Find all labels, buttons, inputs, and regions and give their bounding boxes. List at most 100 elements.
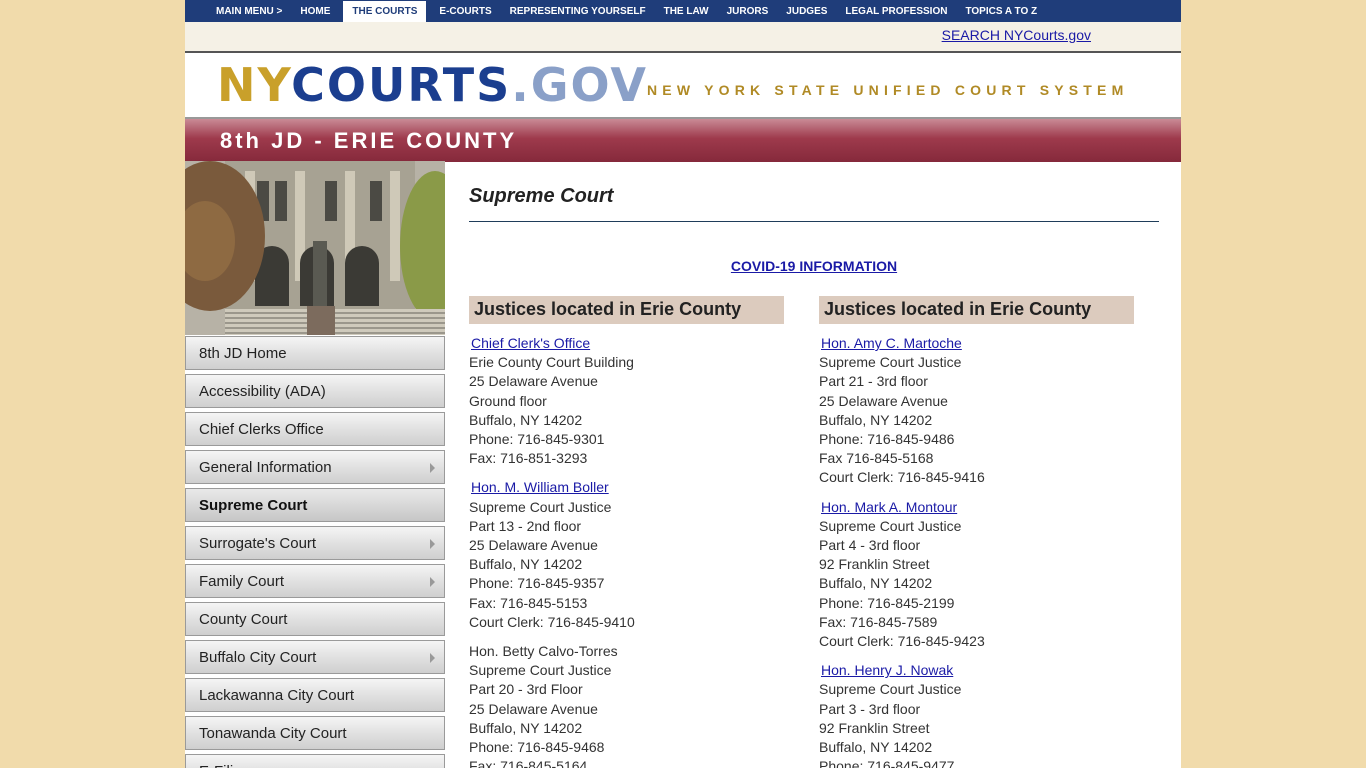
entry-detail-line: Buffalo, NY 14202 [819, 739, 933, 756]
courthouse-photo [185, 161, 445, 335]
sidebar-item[interactable]: 8th JD Home [185, 336, 445, 370]
entry-detail-line: Court Clerk: 716-845-9410 [469, 613, 635, 630]
main-content: Supreme Court COVID-19 INFORMATION Justi… [469, 161, 1159, 768]
nav-item[interactable]: LEGAL PROFESSION [836, 0, 956, 22]
sidebar: 8th JD Home Accessibility (ADA) Chief Cler… [185, 161, 445, 768]
justice-name-link[interactable]: Hon. M. William Boller [469, 478, 789, 497]
justice-entry: Hon. M. William Boller Supreme Court Just… [469, 478, 789, 632]
entry-detail-line: Buffalo, NY 14202 [469, 719, 583, 736]
justice-entry: Hon. Amy C. Martoche Supreme Court Justic… [819, 334, 1139, 488]
sidebar-item[interactable]: Surrogate's Court [185, 526, 445, 560]
search-link[interactable]: SEARCH NYCourts.gov [942, 27, 1091, 43]
nav-item[interactable]: HOME [291, 0, 339, 22]
justice-entry: Hon. Henry J. Nowak Supreme Court Justice… [819, 661, 1139, 768]
entry-detail-line: Part 20 - 3rd Floor [469, 681, 583, 698]
justice-name-link[interactable]: Hon. Amy C. Martoche [819, 334, 1139, 353]
submenu-arrow-icon [430, 653, 435, 663]
entry-detail-line: 25 Delaware Avenue [469, 700, 598, 717]
entry-detail-line: Phone: 716-845-9486 [819, 431, 955, 448]
justice-entry: Hon. Betty Calvo-Torres Supreme Court Jus… [469, 642, 789, 768]
entry-detail-line: Supreme Court Justice [469, 498, 612, 515]
nav-item[interactable]: THE LAW [655, 0, 718, 22]
sidebar-item[interactable]: Chief Clerks Office [185, 412, 445, 446]
sidebar-item-label: 8th JD Home [199, 345, 287, 362]
nav-item[interactable]: THE COURTS [343, 1, 427, 22]
nav-item[interactable]: TOPICS A TO Z [956, 0, 1046, 22]
covid-section: COVID-19 INFORMATION [469, 258, 1159, 276]
entry-detail-line: Ground floor [469, 392, 547, 409]
entry-detail-line: Buffalo, NY 14202 [469, 411, 583, 428]
entry-detail-line: Part 21 - 3rd floor [819, 373, 928, 390]
sidebar-item[interactable]: E-Filing [185, 754, 445, 768]
sidebar-item-label: Supreme Court [199, 497, 308, 514]
justice-column: Justices located in Erie County Hon. Amy … [819, 296, 1139, 768]
justice-name-link[interactable]: Hon. Henry J. Nowak [819, 661, 1139, 680]
sidebar-item-label: Family Court [199, 573, 285, 590]
entry-detail-line: 25 Delaware Avenue [469, 537, 598, 554]
sidebar-item-label: Lackawanna City Court [199, 687, 355, 704]
justice-name-link[interactable]: Hon. Mark A. Montour [819, 498, 1139, 517]
justice-column: Justices located in Erie County Chief Cle… [469, 296, 789, 768]
logo-gov: .GOV [511, 58, 648, 112]
entry-detail-line: Supreme Court Justice [819, 517, 962, 534]
sidebar-item[interactable]: Buffalo City Court [185, 640, 445, 674]
entry-detail-line: 92 Franklin Street [819, 556, 930, 573]
entry-detail-line: Court Clerk: 716-845-9416 [819, 469, 985, 486]
sidebar-menu: 8th JD Home Accessibility (ADA) Chief Cler… [185, 336, 445, 768]
entry-detail-line: Buffalo, NY 14202 [819, 411, 933, 428]
entry-detail-line: Court Clerk: 716-845-9423 [819, 633, 985, 650]
search-bar: SEARCH NYCourts.gov [185, 22, 1181, 53]
entry-detail-line: Supreme Court Justice [469, 662, 612, 679]
entry-detail-line: Phone: 716-845-2199 [819, 594, 955, 611]
sidebar-item-label: Surrogate's Court [199, 535, 317, 552]
sidebar-item-label: General Information [199, 459, 332, 476]
nav-item[interactable]: E-COURTS [430, 0, 500, 22]
sidebar-item-label: Chief Clerks Office [199, 421, 324, 438]
submenu-arrow-icon [430, 577, 435, 587]
nycourts-logo[interactable]: NYCOURTS.GOV [217, 61, 648, 109]
section-header-bar: 8th JD - ERIE COUNTY [185, 119, 1181, 162]
entry-detail-line: Supreme Court Justice [819, 681, 962, 698]
entry-detail-line: Fax: 716-845-7589 [819, 613, 938, 630]
column-header: Justices located in Erie County [469, 296, 784, 324]
entry-detail-line: Fax: 716-845-5164 [469, 758, 588, 768]
entry-detail-line: Fax: 716-851-3293 [469, 450, 588, 467]
entry-detail-line: 25 Delaware Avenue [819, 392, 948, 409]
entry-detail-line: 25 Delaware Avenue [469, 373, 598, 390]
covid-info-link[interactable]: COVID-19 INFORMATION [731, 258, 897, 274]
page: MAIN MENU > HOME THE COURTS E-COURTS REPRESE… [185, 0, 1181, 768]
nav-item[interactable]: REPRESENTING YOURSELF [501, 0, 655, 22]
site-tagline: NEW YORK STATE UNIFIED COURT SYSTEM [647, 82, 1129, 98]
entry-detail-line: Fax: 716-845-5153 [469, 594, 588, 611]
sidebar-item[interactable]: Accessibility (ADA) [185, 374, 445, 408]
sidebar-item[interactable]: Supreme Court [185, 488, 445, 522]
entry-detail-line: Fax 716-845-5168 [819, 450, 934, 467]
sidebar-item[interactable]: County Court [185, 602, 445, 636]
sidebar-item-label: E-Filing [199, 763, 250, 768]
nav-item[interactable]: JUDGES [777, 0, 836, 22]
sidebar-item[interactable]: Family Court [185, 564, 445, 598]
nav-item[interactable]: JURORS [718, 0, 778, 22]
entry-detail-line: Supreme Court Justice [819, 354, 962, 371]
nav-item[interactable]: MAIN MENU > [207, 0, 291, 22]
sidebar-item[interactable]: Tonawanda City Court [185, 716, 445, 750]
sidebar-item[interactable]: General Information [185, 450, 445, 484]
sidebar-item-label: Tonawanda City Court [199, 725, 347, 742]
justice-name-link[interactable]: Chief Clerk's Office [469, 334, 789, 353]
section-title: 8th JD - ERIE COUNTY [220, 128, 518, 153]
entry-detail-line: 92 Franklin Street [819, 719, 930, 736]
entry-detail-line: Part 13 - 2nd floor [469, 517, 582, 534]
sidebar-item-label: Buffalo City Court [199, 649, 317, 666]
entry-detail-line: Phone: 716-845-9301 [469, 431, 605, 448]
logo-courts: COURTS [291, 58, 512, 112]
submenu-arrow-icon [430, 539, 435, 549]
entry-detail-line: Phone: 716-845-9477 [819, 758, 955, 768]
sidebar-item[interactable]: Lackawanna City Court [185, 678, 445, 712]
logo-ny: NY [217, 58, 292, 112]
site-banner: NYCOURTS.GOV NEW YORK STATE UNIFIED COUR… [185, 53, 1181, 119]
entry-detail-line: Phone: 716-845-9468 [469, 739, 605, 756]
sidebar-item-label: Accessibility (ADA) [199, 383, 326, 400]
entry-detail-line: Part 3 - 3rd floor [819, 700, 921, 717]
entry-detail-line: Buffalo, NY 14202 [469, 556, 583, 573]
entry-detail-line: Phone: 716-845-9357 [469, 575, 605, 592]
